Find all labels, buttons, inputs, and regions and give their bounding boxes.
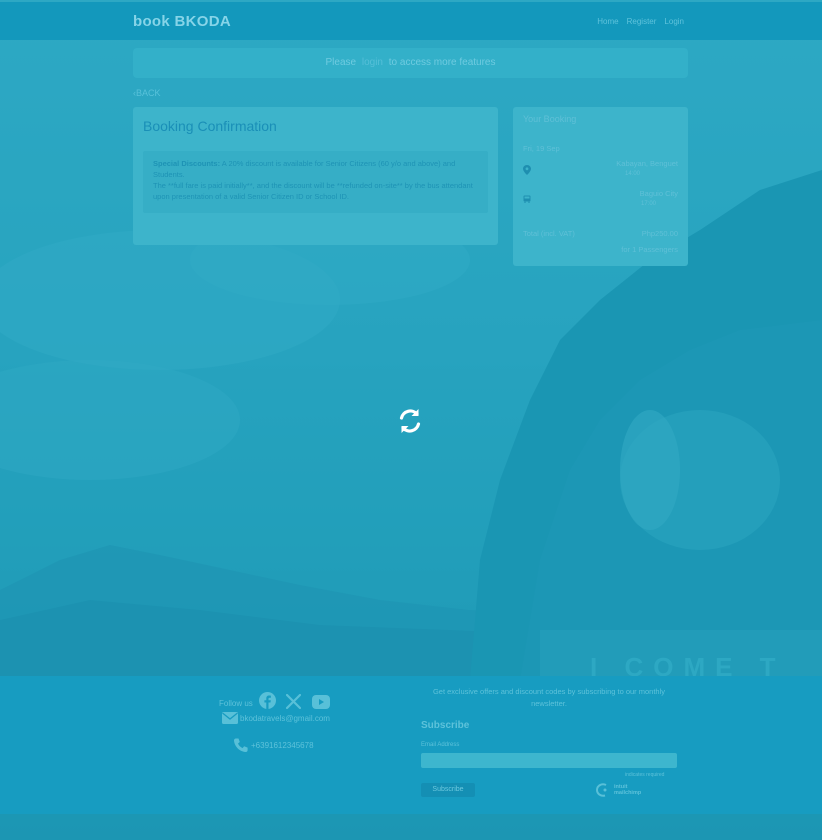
envelope-icon <box>222 712 238 724</box>
notice-login-link[interactable]: login <box>362 57 383 68</box>
destination-time: 17:00 <box>640 201 656 207</box>
nav-home-link[interactable]: Home <box>597 17 618 26</box>
contact-phone[interactable]: +6391612345678 <box>251 741 314 750</box>
contact-phone-row: +6391612345678 <box>233 738 314 753</box>
booking-confirmation-card: Booking Confirmation Special Discounts: … <box>133 107 498 245</box>
newsletter-email-input[interactable] <box>421 753 677 768</box>
social-icons <box>258 692 336 714</box>
email-address-label: Email Address <box>421 742 460 748</box>
facebook-icon[interactable] <box>258 692 276 709</box>
destination-location: Baguio City <box>639 189 678 198</box>
site-footer: Follow us bkodatravels@gmail.com +639161… <box>0 676 822 814</box>
origin-location: Kabayan, Benguet <box>616 159 678 168</box>
map-pin-icon <box>523 165 531 175</box>
nav-login-link[interactable]: Login <box>664 17 684 26</box>
bus-icon <box>523 195 531 203</box>
follow-label: Follow us <box>219 698 253 708</box>
mailchimp-badge[interactable]: intuit mailchimp <box>596 783 641 797</box>
discount-info-box: Special Discounts: A 20% discount is ava… <box>143 151 488 213</box>
nav-register-link[interactable]: Register <box>627 17 657 26</box>
mailchimp-logo-icon <box>596 783 607 797</box>
subscribe-heading: Subscribe <box>421 720 470 731</box>
booking-date: Fri, 19 Sep <box>523 144 560 153</box>
mailchimp-text: intuit mailchimp <box>611 784 641 796</box>
x-icon[interactable] <box>286 693 302 710</box>
your-booking-card: Your Booking Fri, 19 Sep Kabayan, Bengue… <box>513 107 688 266</box>
contact-email-row: bkodatravels@gmail.com <box>222 712 330 724</box>
contact-email[interactable]: bkodatravels@gmail.com <box>240 714 330 723</box>
notice-suffix: to access more features <box>388 57 496 68</box>
subscribe-button[interactable]: Subscribe <box>421 783 475 797</box>
nav-links: Home Register Login <box>597 17 684 26</box>
special-discount-label: Special Discounts: <box>153 159 221 168</box>
login-notice: Please login to access more features <box>133 48 688 78</box>
back-link[interactable]: ‹BACK <box>133 88 161 98</box>
passenger-count: for 1 Passengers <box>621 245 678 254</box>
total-value: Php250.00 <box>641 229 678 238</box>
phone-icon <box>233 738 248 753</box>
notice-prefix: Please <box>325 57 357 68</box>
special-discount-text: Special Discounts: A 20% discount is ava… <box>153 158 473 180</box>
required-note: indicates required <box>625 772 665 778</box>
origin-time: 14:00 <box>624 171 640 177</box>
top-navbar: book BKODA Home Register Login <box>0 2 822 40</box>
total-label: Total (incl. VAT) <box>523 229 575 238</box>
refund-text: The **full fare is paid initially**, and… <box>153 181 473 201</box>
youtube-icon[interactable] <box>311 695 330 709</box>
follow-us-row: Follow us <box>219 692 336 714</box>
booking-title: Your Booking <box>523 114 577 124</box>
newsletter-promo-text: Get exclusive offers and discount codes … <box>432 687 666 708</box>
refresh-spinner-icon <box>399 409 421 433</box>
brand-logo[interactable]: book BKODA <box>133 13 231 30</box>
confirmation-title: Booking Confirmation <box>143 118 277 134</box>
mailchimp-line-2: mailchimp <box>614 790 642 796</box>
